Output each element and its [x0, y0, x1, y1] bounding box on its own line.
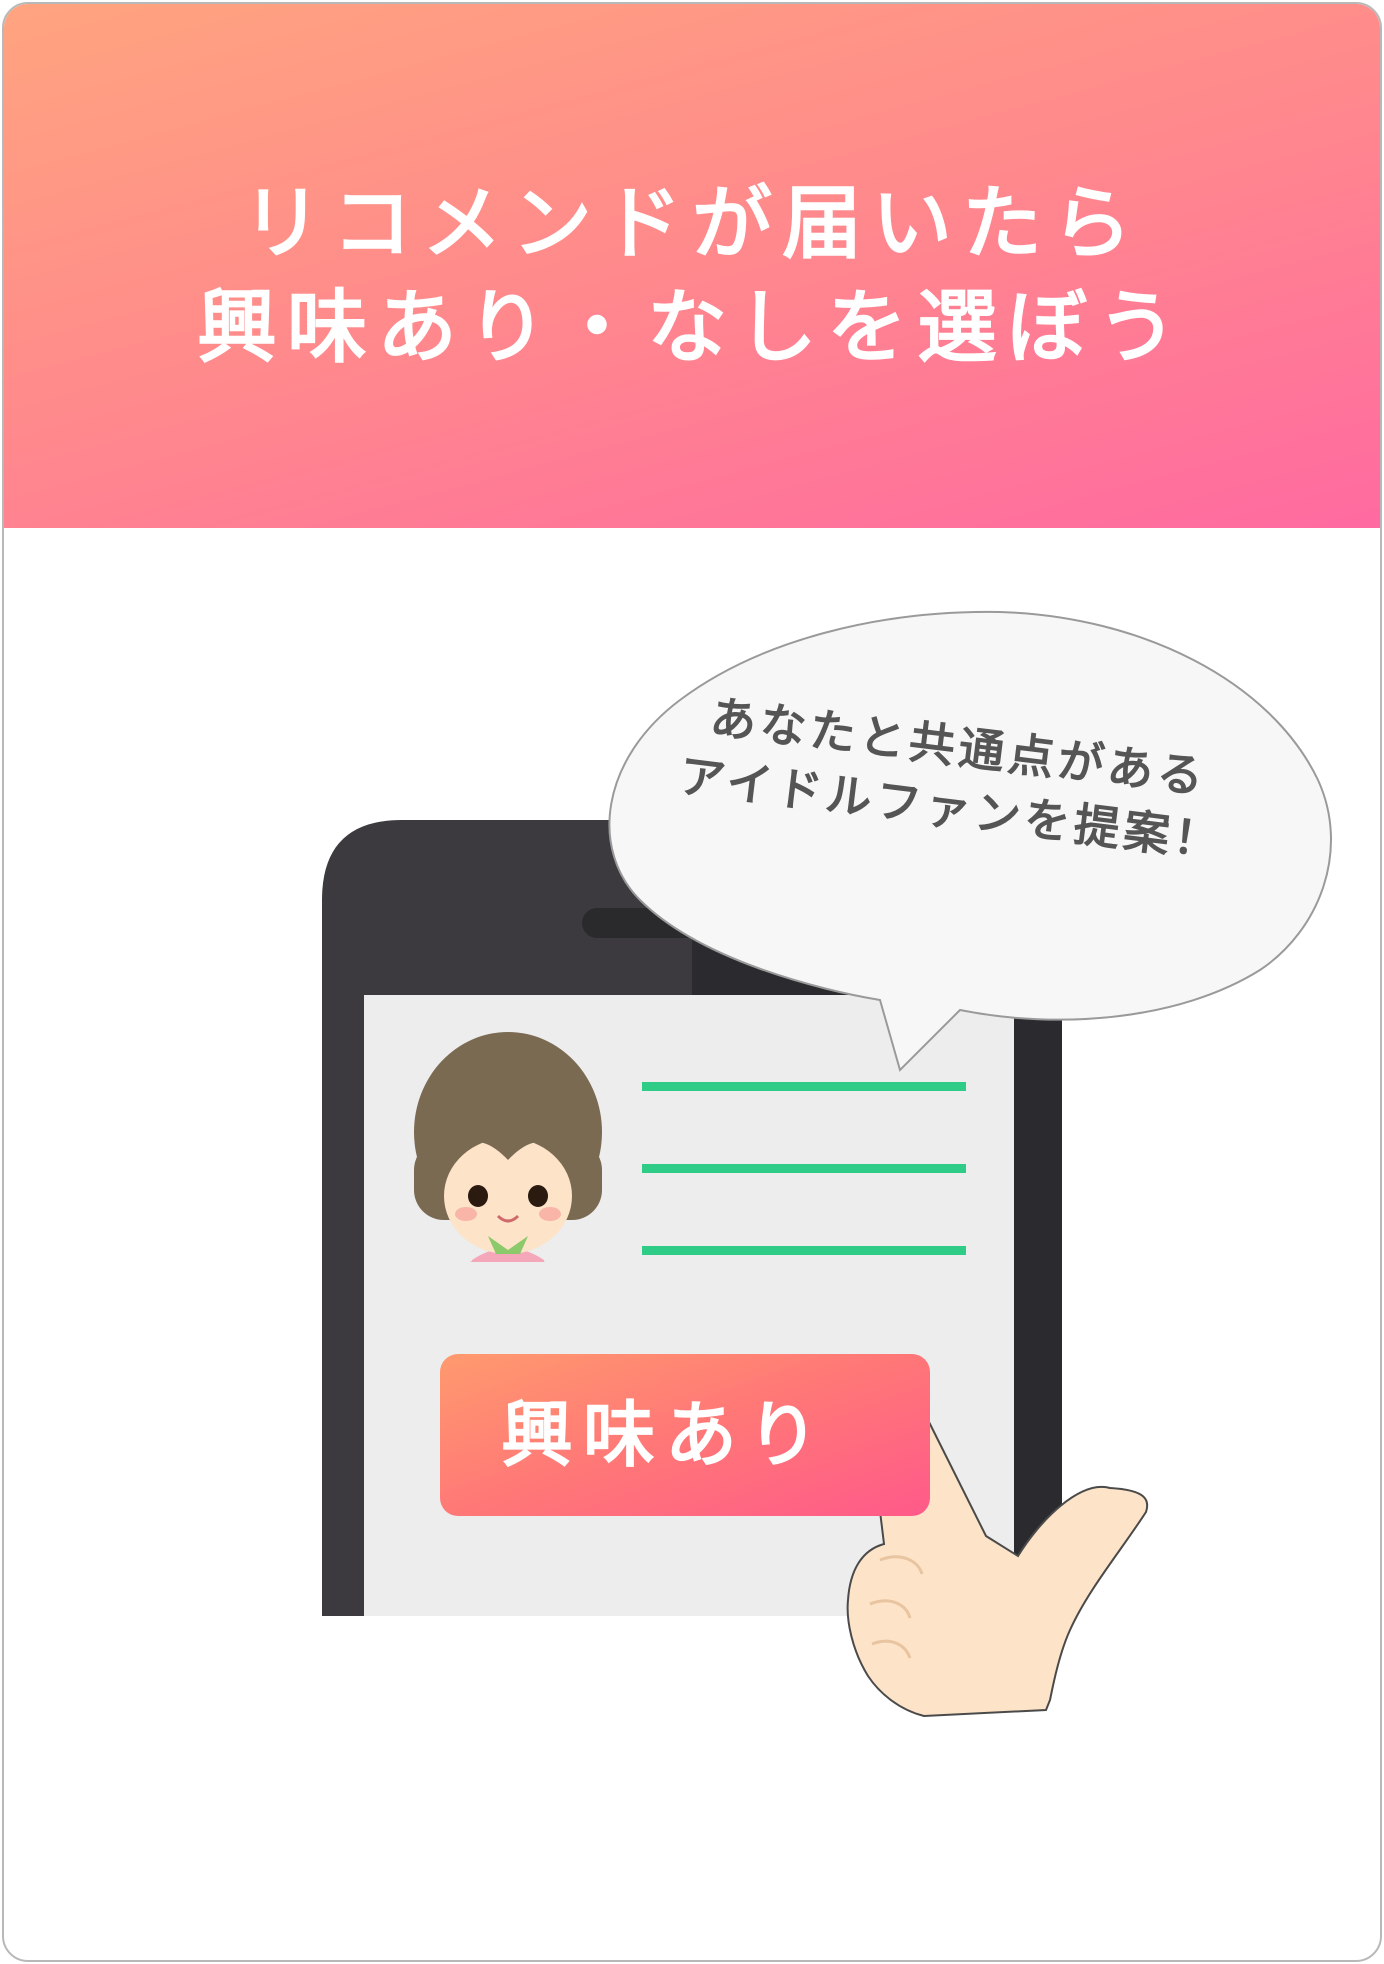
interest-button[interactable]: 興味あり: [440, 1354, 930, 1516]
page-title-line2: 興味あり・なしを選ぼう: [197, 281, 1187, 374]
promo-card: リコメンドが届いたら 興味あり・なしを選ぼう: [2, 2, 1382, 1962]
page-title-line1: リコメンドが届いたら: [242, 177, 1142, 270]
page-title: リコメンドが届いたら 興味あり・なしを選ぼう: [4, 172, 1380, 380]
header-banner: リコメンドが届いたら 興味あり・なしを選ぼう: [4, 4, 1380, 528]
